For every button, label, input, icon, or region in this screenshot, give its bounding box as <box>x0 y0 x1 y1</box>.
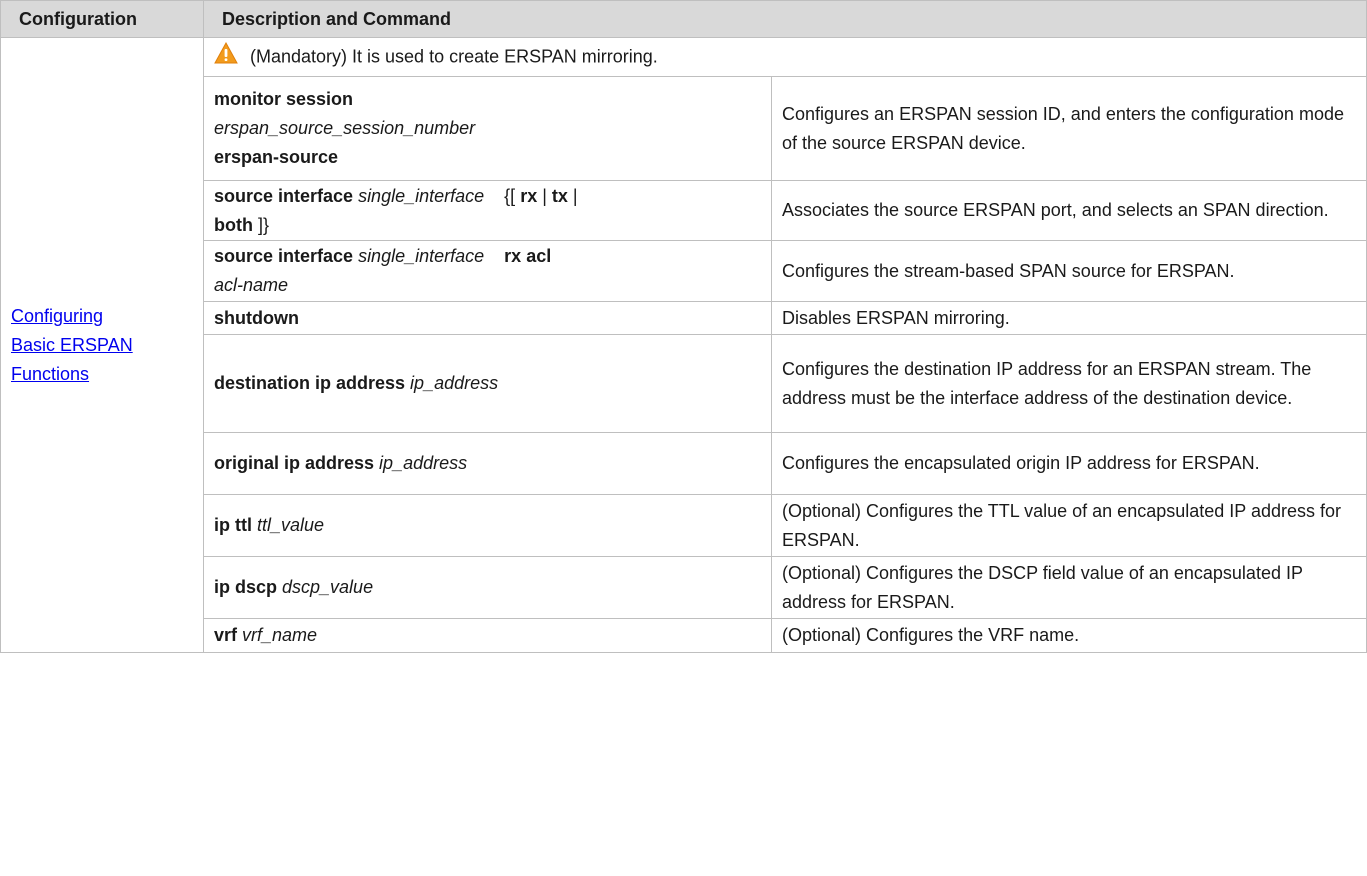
description-cell: Configures the stream-based SPAN source … <box>771 240 1367 302</box>
command-cell: monitor session erspan_source_session_num… <box>203 76 772 181</box>
command-keyword: shutdown <box>214 307 299 328</box>
warning-icon <box>214 41 238 73</box>
configuring-basic-erspan-link[interactable]: Configuring Basic ERSPAN Functions <box>11 306 133 384</box>
command-keyword: ip dscp <box>214 577 283 597</box>
command-cell: ip ttl ttl_value <box>203 494 772 557</box>
description-cell: Associates the source ERSPAN port, and s… <box>771 180 1367 241</box>
erspan-config-table: Configuration Description and Command Co… <box>0 0 1367 653</box>
command-keyword: monitor session <box>214 89 354 109</box>
mandatory-note: (Mandatory) It is used to create ERSPAN … <box>203 37 1367 77</box>
header-configuration: Configuration <box>0 0 204 38</box>
description-cell: (Optional) Configures the TTL value of a… <box>771 494 1367 557</box>
command-argument: erspan_source_session_number <box>214 118 476 138</box>
command-text: | <box>567 185 578 206</box>
header-description-command: Description and Command <box>203 0 1367 38</box>
description-cell: (Optional) Configures the DSCP field val… <box>771 556 1367 619</box>
command-cell: ip dscp dscp_value <box>203 556 772 619</box>
command-cell: source interface single_interface rx acl… <box>203 240 772 302</box>
command-argument: dscp_value <box>282 577 374 597</box>
command-keyword: destination ip address <box>214 373 411 393</box>
command-keyword: source interface <box>214 185 359 206</box>
command-keyword: erspan-source <box>214 147 339 167</box>
command-keyword: source interface <box>214 246 359 266</box>
command-text: | <box>537 185 552 206</box>
command-argument: single_interface <box>358 185 485 206</box>
table-row: source interface single_interface {[ rx … <box>1 180 1367 241</box>
command-cell: destination ip address ip_address <box>203 334 772 433</box>
table-row: shutdown Disables ERSPAN mirroring. <box>1 301 1367 335</box>
command-keyword: vrf <box>214 625 243 645</box>
command-argument: vrf_name <box>242 625 318 645</box>
table-row: ip ttl ttl_value (Optional) Configures th… <box>1 494 1367 557</box>
command-text: ]} <box>252 214 269 235</box>
config-link-line2[interactable]: Basic ERSPAN <box>11 335 133 355</box>
table-row: source interface single_interface rx acl… <box>1 240 1367 302</box>
command-keyword: ip ttl <box>214 515 257 535</box>
config-cell: Configuring Basic ERSPAN Functions <box>0 37 204 653</box>
table-row: destination ip address ip_address Configu… <box>1 334 1367 433</box>
command-keyword: tx <box>551 185 568 206</box>
description-cell: Disables ERSPAN mirroring. <box>771 301 1367 335</box>
table-row: monitor session erspan_source_session_num… <box>1 76 1367 181</box>
command-cell: shutdown <box>203 301 772 335</box>
description-cell: Configures the encapsulated origin IP ad… <box>771 432 1367 495</box>
command-argument: ip_address <box>410 373 499 393</box>
description-cell: Configures the destination IP address fo… <box>771 334 1367 433</box>
command-argument: single_interface <box>358 246 485 266</box>
config-link-line1[interactable]: Configuring <box>11 306 103 326</box>
command-cell: vrf vrf_name <box>203 618 772 653</box>
table-row: ip dscp dscp_value (Optional) Configures … <box>1 556 1367 619</box>
mandatory-note-text: (Mandatory) It is used to create ERSPAN … <box>250 45 658 66</box>
command-text: {[ <box>484 185 521 206</box>
command-argument: ttl_value <box>257 515 325 535</box>
table-row: vrf vrf_name (Optional) Configures the VR… <box>1 618 1367 653</box>
command-cell: original ip address ip_address <box>203 432 772 495</box>
command-keyword: both <box>214 214 253 235</box>
config-link-line3[interactable]: Functions <box>11 364 89 384</box>
table-header-row: Configuration Description and Command <box>0 0 1367 38</box>
command-argument: ip_address <box>379 453 468 473</box>
table-row: original ip address ip_address Configures… <box>1 432 1367 495</box>
command-cell: source interface single_interface {[ rx … <box>203 180 772 241</box>
description-cell: (Optional) Configures the VRF name. <box>771 618 1367 653</box>
command-text <box>484 246 504 266</box>
command-keyword: original ip address <box>214 453 380 473</box>
description-cell: Configures an ERSPAN session ID, and ent… <box>771 76 1367 181</box>
note-row: Configuring Basic ERSPAN Functions (Mand… <box>0 37 1367 653</box>
command-keyword: rx <box>520 185 538 206</box>
command-argument: acl-name <box>214 275 289 295</box>
command-keyword: rx acl <box>504 246 552 266</box>
